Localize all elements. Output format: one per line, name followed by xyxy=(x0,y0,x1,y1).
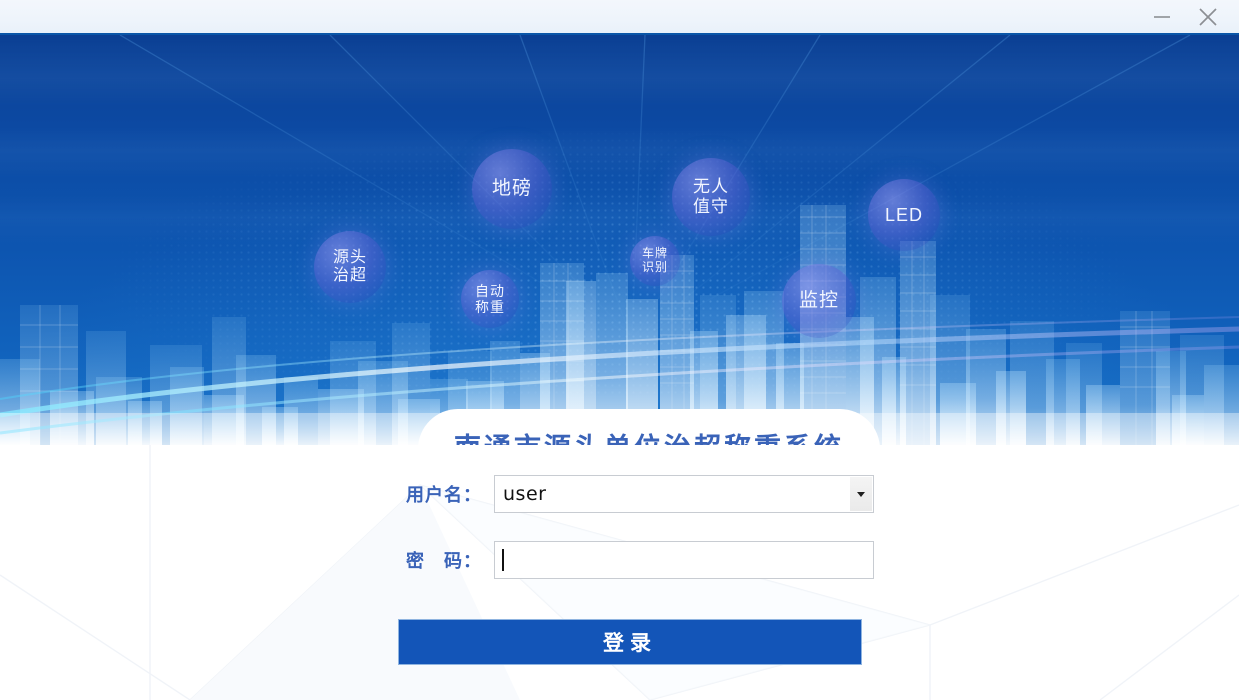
feature-bubble-wurenzhishou: 无人 值守 xyxy=(672,158,750,236)
hero-banner: 地磅 无人值守 LED 源头治超 车牌识别自动称重 监控 南通市源头单位治超称重系统 xyxy=(0,35,1239,445)
title-banner: 南通市源头单位治超称重系统 xyxy=(418,409,880,445)
password-input[interactable] xyxy=(494,541,874,579)
bubble-label: 治超 xyxy=(332,267,367,284)
minimize-button[interactable] xyxy=(1139,0,1185,33)
page-title: 南通市源头单位治超称重系统 xyxy=(454,426,844,446)
bubble-label: 称重 xyxy=(475,299,505,315)
close-button[interactable] xyxy=(1185,0,1231,33)
feature-bubble-jiankong: 监控 xyxy=(782,264,856,338)
bubble-label: 地磅 xyxy=(491,178,532,200)
username-label: 用户名： xyxy=(406,485,482,505)
minimize-icon xyxy=(1154,15,1170,18)
window-drag-region[interactable] xyxy=(0,0,1100,33)
bubble-label: LED xyxy=(884,204,923,225)
feature-bubble-led: LED xyxy=(868,179,940,251)
bubble-label: 值守 xyxy=(693,197,729,216)
username-dropdown-button[interactable] xyxy=(850,477,872,511)
window-title-bar xyxy=(0,0,1239,35)
bubble-label: 监控 xyxy=(798,290,839,312)
bubble-label: 无人 xyxy=(693,177,729,197)
bubble-label: 自动 xyxy=(475,282,505,299)
bubble-label: 源头 xyxy=(332,248,367,266)
username-value[interactable]: user xyxy=(495,483,546,505)
bubble-label: 车牌 xyxy=(641,246,668,261)
login-button[interactable]: 登录 xyxy=(398,619,862,665)
feature-bubble-zidongchengzhong: 自动 称重 xyxy=(461,270,519,328)
username-combobox[interactable]: user xyxy=(494,475,874,513)
close-icon xyxy=(1199,7,1217,26)
password-label: 密 码： xyxy=(406,551,482,571)
password-row: 密 码： xyxy=(390,541,874,579)
bubble-label: 识别 xyxy=(641,260,668,274)
chevron-down-icon xyxy=(857,491,865,497)
username-row: 用户名： user xyxy=(390,475,874,513)
text-caret xyxy=(502,549,504,571)
feature-bubble-yuantouzhichao: 源头 治超 xyxy=(314,231,386,303)
feature-bubble-chepaishibie: 车牌 识别 xyxy=(630,236,680,286)
feature-bubble-diban: 地磅 xyxy=(472,149,552,229)
